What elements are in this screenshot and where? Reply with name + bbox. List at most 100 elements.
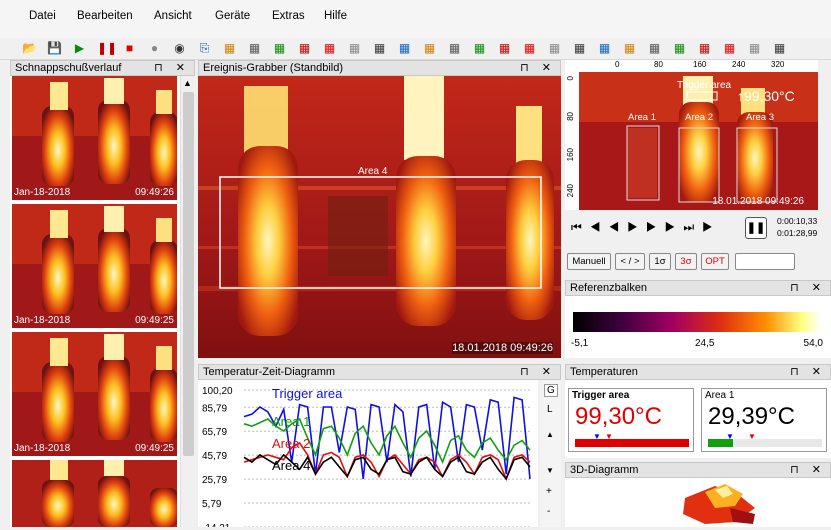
ruler-tick-label: 80 [566, 112, 575, 121]
play-icon[interactable]: ▶ [72, 41, 87, 56]
trigger-area-label: Trigger area [677, 80, 732, 91]
pause-icon[interactable]: ❚❚ [97, 41, 117, 56]
layout-icon[interactable]: ▦ [272, 41, 287, 56]
zoom-out-icon[interactable]: - [547, 506, 550, 517]
snapshot-thumb-2[interactable]: Jan-18-2018 09:49:25 [12, 204, 177, 328]
snapshot-time: 09:49:25 [135, 315, 174, 326]
menu-bearbeiten[interactable]: Bearbeiten [77, 10, 133, 22]
open-icon[interactable]: 📂 [22, 41, 37, 56]
area-icon[interactable]: ▦ [447, 41, 462, 56]
diagram3d-panel-title: 3D-Diagramm [570, 464, 639, 476]
bar-icon[interactable]: ▦ [647, 41, 662, 56]
snapshot-date: Jan-18-2018 [14, 315, 71, 326]
panel-controls[interactable]: ⊓ ✕ [790, 281, 826, 295]
measure-icon[interactable]: ▦ [322, 41, 337, 56]
temp-label: Area 1 [705, 390, 735, 401]
snapshot-thumb-3[interactable]: Jan-18-2018 09:49:25 [12, 332, 177, 456]
opt-button[interactable]: OPT [701, 253, 729, 270]
scroll-up-icon[interactable]: ▲ [183, 78, 192, 88]
temp-value: 29,39°C [708, 403, 795, 430]
snapshot-thumb-4[interactable] [12, 460, 177, 527]
ruler-tick-label: 240 [732, 60, 746, 69]
line-icon[interactable]: ▦ [422, 41, 437, 56]
y-tick-label: 100,20 [202, 386, 233, 397]
scroll-up-icon[interactable]: ▲ [546, 430, 554, 439]
calibrate-icon[interactable]: ▦ [772, 41, 787, 56]
panel-controls[interactable]: ⊓ ✕ [520, 61, 556, 75]
palette-icon[interactable]: ▦ [397, 41, 412, 56]
y-tick-label: 65,79 [202, 427, 227, 438]
stop-icon[interactable]: ■ [122, 41, 137, 56]
temperature-time-chart[interactable]: 100,20 85,79 65,79 45,79 25,79 5,79 -14,21 Trig… [198, 380, 538, 530]
zoom-in-icon[interactable]: + [546, 486, 552, 497]
tab-l[interactable]: L [547, 404, 553, 415]
scroll-down-icon[interactable]: ▼ [546, 466, 554, 475]
record-icon[interactable]: ● [147, 41, 162, 56]
playback-buttons[interactable]: ⏮◀◀▶▶▶⏭▶ [571, 220, 721, 235]
camera-icon[interactable]: ◉ [172, 41, 187, 56]
profile-icon[interactable]: ▦ [372, 41, 387, 56]
grabber-image[interactable]: Area 4 18.01.2018 09:49:26 [198, 76, 561, 358]
menu-geraete[interactable]: Geräte [215, 10, 250, 22]
live-area-1-label: Area 1 [628, 112, 656, 123]
marker-icon: ▼ [593, 432, 601, 441]
tab-g[interactable]: G [544, 384, 558, 397]
snapshot-thumb-1[interactable]: Jan-18-2018 09:49:26 [12, 76, 177, 200]
toolbar: 📂 💾 ▶ ❚❚ ■ ● ◉ ⎘ ▦ ▦ ▦ ▦ ▦ ▦ ▦ ▦ ▦ ▦ ▦ ▦ ▦ ▦ ▦ ▦ ▦ ▦ ▦ ▦ ▦ ▦ ▦ [0, 38, 831, 60]
scrollbar-thumb[interactable] [183, 92, 194, 456]
series-label: Area 1 [272, 414, 310, 429]
marker-icon: ▼ [605, 432, 613, 441]
y-tick-label: 25,79 [202, 475, 227, 486]
live-view[interactable]: 0 80 160 240 320 0 80 160 240 Trigger area ↑99,… [565, 60, 818, 210]
table-icon[interactable]: ▦ [497, 41, 512, 56]
temps-panel-header: Temperaturen ⊓ ✕ [565, 364, 831, 380]
manual-button[interactable]: Manuell [567, 253, 611, 270]
panel-controls[interactable]: ⊓ ✕ [154, 61, 190, 75]
copy-icon[interactable]: ⎘ [197, 41, 212, 56]
thermal-thumbnail [12, 332, 177, 456]
flame-icon[interactable]: ▦ [722, 41, 737, 56]
max-temp-readout: ↑99,30°C [737, 88, 795, 104]
dashes-icon[interactable]: ▦ [522, 41, 537, 56]
layout2-icon[interactable]: ▦ [297, 41, 312, 56]
snapshot-time: 09:49:25 [135, 443, 174, 454]
sigma1-button[interactable]: 1σ [649, 253, 671, 270]
grid2-icon[interactable]: ▦ [247, 41, 262, 56]
menu-datei[interactable]: Datei [29, 10, 56, 22]
zoom-fit-icon[interactable]: ▦ [597, 41, 612, 56]
grabber-timestamp: 18.01.2018 09:49:26 [452, 342, 553, 354]
series-label: Area 2 [272, 436, 310, 451]
histogram-icon[interactable]: ▦ [347, 41, 362, 56]
snapshot-time: 09:49:26 [135, 187, 174, 198]
diagram3d-panel-header: 3D-Diagramm ⊓ ✕ [565, 462, 831, 478]
chart-icon[interactable]: ▦ [472, 41, 487, 56]
pause-button[interactable]: ❚❚ [745, 217, 767, 239]
hand-icon[interactable]: ▦ [572, 41, 587, 56]
ruler-tick-label: 240 [566, 184, 575, 198]
menu-extras[interactable]: Extras [272, 10, 305, 22]
snapshots-list: Jan-18-2018 09:49:26 Jan-18-2018 09:49:2… [10, 76, 180, 527]
bar2-icon[interactable]: ▦ [672, 41, 687, 56]
diagram3d-body[interactable] [565, 478, 831, 527]
minmax-icon[interactable]: ▦ [547, 41, 562, 56]
menu-hilfe[interactable]: Hilfe [324, 10, 347, 22]
panel-controls[interactable]: ⊓ ✕ [520, 365, 556, 379]
panel-controls[interactable]: ⊓ ✕ [790, 365, 826, 379]
range-slider[interactable] [735, 253, 795, 270]
refbar-panel-title: Referenzbalken [570, 282, 648, 294]
image-icon[interactable]: ▦ [622, 41, 637, 56]
ruler-tick-label: 80 [654, 60, 663, 69]
pin-icon[interactable]: ▦ [747, 41, 762, 56]
menu-ansicht[interactable]: Ansicht [154, 10, 192, 22]
save-icon[interactable]: 💾 [47, 41, 62, 56]
ruler-tick-label: 320 [771, 60, 785, 69]
sigma3-button[interactable]: 3σ [675, 253, 697, 270]
tools-icon[interactable]: ▦ [697, 41, 712, 56]
chart-side-tabs: G L ▲ ▼ + - [540, 380, 561, 527]
refbar-body: -5,1 24,5 54,0 [565, 296, 831, 358]
grid-icon[interactable]: ▦ [222, 41, 237, 56]
snapshots-scrollbar[interactable]: ▲ [180, 76, 195, 527]
toggle-button[interactable]: < / > [615, 253, 645, 270]
panel-controls[interactable]: ⊓ ✕ [790, 463, 826, 477]
series-label: Area 4 [272, 458, 310, 473]
